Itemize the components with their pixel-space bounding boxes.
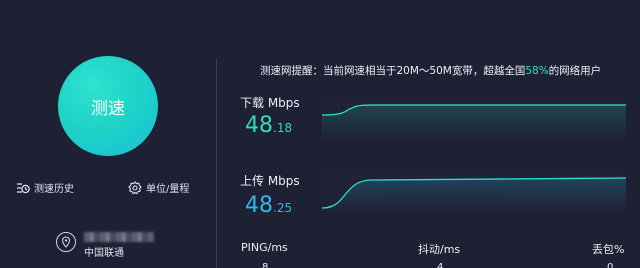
upload-value-dec: .25	[273, 201, 293, 215]
history-icon	[17, 182, 30, 193]
ping-value: 8	[262, 262, 269, 268]
speed-history-link[interactable]: 测速历史	[16, 180, 74, 195]
ip-address-redacted	[84, 232, 154, 242]
history-label: 测速历史	[34, 184, 74, 195]
download-label: 下载 Mbps	[240, 96, 300, 110]
packet-loss-label: 丢包%	[592, 243, 625, 256]
download-value: 48.18	[245, 113, 292, 138]
upload-label: 上传 Mbps	[240, 174, 300, 188]
tip-suffix: 的网络用户	[548, 65, 602, 77]
jitter-label: 抖动/ms	[418, 243, 461, 256]
location-pin-icon	[56, 232, 76, 252]
download-value-dec: .18	[273, 121, 293, 135]
ping-label: PING/ms	[241, 241, 288, 254]
download-value-int: 48	[245, 113, 273, 138]
speed-button-label: 测速	[91, 98, 125, 119]
unit-label: 单位/量程	[146, 184, 190, 195]
jitter-value: 4	[437, 262, 444, 268]
isp-info: 中国联通	[56, 232, 154, 259]
left-panel: 测速 测速历史 单位/量程 中国联通	[0, 0, 216, 268]
isp-name: 中国联通	[84, 248, 124, 259]
start-speed-test-button[interactable]: 测速	[58, 56, 158, 156]
divider	[216, 58, 217, 268]
packet-loss-value: 0	[607, 262, 614, 268]
speed-tip: 测速网提醒：当前网速相当于20M～50M宽带，超越全国58%的网络用户	[260, 63, 601, 78]
upload-value: 48.25	[245, 193, 292, 218]
upload-value-int: 48	[245, 193, 273, 218]
gear-icon	[128, 180, 142, 194]
tip-prefix: 测速网提醒：当前网速相当于20M～50M宽带，超越全国	[260, 65, 526, 77]
tip-percent: 58%	[525, 65, 549, 77]
unit-range-link[interactable]: 单位/量程	[128, 180, 189, 195]
download-graph	[322, 96, 626, 140]
upload-graph	[322, 168, 626, 212]
